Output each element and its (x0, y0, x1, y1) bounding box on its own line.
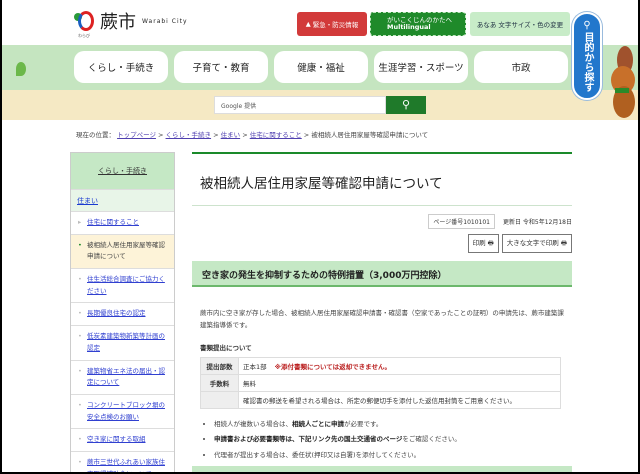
warning-note: ※添付書類については返却できません。 (274, 362, 391, 371)
search-button[interactable]: ⚲ (386, 96, 426, 114)
print-button[interactable]: 印刷 🖶 (467, 234, 499, 253)
print-large-button[interactable]: 大きな文字で印刷 🖶 (501, 234, 572, 253)
nav-label: 健康・福祉 (297, 63, 345, 74)
table-row: 手数料 無料 (200, 373, 561, 392)
logo-subtext: わらび (78, 33, 90, 38)
bold-text: 申請書および必要書類等は、下記リンク先の国土交通省のページ (214, 435, 403, 444)
sidebar-item[interactable]: 低炭素建築物新築等計画の認定 (71, 325, 174, 359)
city-name-en: Warabi City (142, 17, 188, 25)
list-item: 申請書および必要書類等は、下記リンク先の国土交通省のページをご確認ください。 (214, 432, 572, 448)
sidebar-item[interactable]: 蕨市三世代ふれあい家族住宅取得補助金について (71, 450, 174, 472)
sidebar: くらし・手続き 住まい 住宅に関すること 被相続人居住用家屋等確認申請について … (70, 152, 175, 472)
row-header: 手数料 (200, 373, 239, 392)
list-item: 代理者が提出する場合は、委任状(押印又は自署)を添付してください。 (214, 448, 572, 464)
intro-paragraph: 蕨市内に空き家が存した場合、被相続人居住用家屋確認申請書・確認書（空家であったこ… (200, 309, 564, 330)
search-input[interactable]: Google 提供 (214, 96, 386, 114)
subheading: 書類提出について (200, 343, 252, 352)
emergency-button[interactable]: ▲ 緊急・防災情報 (297, 12, 367, 36)
main-content: 被相続人居住用家屋等確認申請について ページ番号1010101 更新日 令和5年1… (192, 152, 572, 463)
multilingual-en: Multilingual (387, 23, 431, 31)
breadcrumb-current: 被相続人居住用家屋等確認申請について (311, 131, 429, 139)
search-placeholder: Google 提供 (221, 103, 257, 110)
text: をご確認ください。 (402, 435, 461, 444)
sidebar-subheading[interactable]: 住まい (71, 189, 174, 211)
nav-living[interactable]: くらし・手続き (74, 51, 168, 83)
multilingual-button[interactable]: がいこくじんのかたへ Multilingual (370, 12, 466, 36)
font-size-button[interactable]: あなあ 文字サイズ・色の変更 (470, 12, 570, 36)
search-icon: ⚲ (401, 98, 411, 111)
text: 代理者が提出する場合は、委任状(押印又は自署)を添付してください。 (214, 450, 421, 459)
breadcrumb-link[interactable]: トップページ (117, 131, 156, 139)
sidebar-item[interactable]: 空き家に関する取組 (71, 428, 174, 451)
list-item: 相続人が複数いる場合は、相続人ごとに申請が必要です。 (214, 417, 572, 433)
breadcrumb-label: 現在の位置： (76, 131, 115, 139)
page-number: ページ番号1010101 (428, 214, 495, 229)
logo-mark-icon (72, 9, 96, 33)
page-meta: ページ番号1010101 更新日 令和5年12月18日 (192, 214, 572, 229)
nav-label: 子育て・教育 (192, 63, 250, 74)
sidebar-item[interactable]: コンクリートブロック塀の安全点検のお願い (71, 393, 174, 428)
city-logo[interactable]: 蕨市 Warabi City (72, 8, 188, 34)
printer-icon: 🖶 (487, 239, 494, 247)
sidebar-item[interactable]: 住生活総合調査にご協力ください (71, 268, 174, 302)
leaf-icon (16, 62, 26, 76)
sidebar-item[interactable]: 住宅に関すること (71, 211, 174, 234)
table-row: 提出部数 正本1部 ※添付書類については返却できません。 (200, 356, 561, 375)
warning-icon: ▲ (305, 20, 313, 28)
city-name: 蕨市 (100, 12, 136, 33)
page: 蕨市 Warabi City わらび ▲ 緊急・防災情報 がいこくじんのかたへ M… (2, 0, 638, 472)
search-icon: ⚲ (583, 20, 591, 31)
page-title: 被相続人居住用家屋等確認申請について (192, 154, 572, 206)
nav-city[interactable]: 市政 (474, 51, 568, 83)
print-large-label: 大きな文字で印刷 (506, 239, 559, 247)
text: が必要です。 (344, 419, 383, 428)
font-size-label: あなあ 文字サイズ・色の変更 (476, 21, 564, 29)
global-nav: くらし・手続き 子育て・教育 健康・福祉 生涯学習・スポーツ 市政 (2, 45, 638, 90)
text: 相続人が複数いる場合は、 (214, 419, 292, 428)
sidebar-item[interactable]: 建築物省エネ法の届出・認定について (71, 359, 174, 394)
table-row: 確認書の郵送を希望される場合は、所定の郵便切手を添付した返信用封筒をご用意くださ… (200, 390, 561, 409)
mascot-icon (611, 46, 635, 118)
row-header (200, 390, 239, 409)
bold-text: 相続人ごとに申請 (292, 419, 344, 428)
next-section-bar (192, 466, 572, 472)
print-row: 印刷 🖶 大きな文字で印刷 🖶 (192, 234, 572, 253)
updated-date: 更新日 令和5年12月18日 (503, 219, 572, 226)
row-value: 正本1部 ※添付書類については返却できません。 (238, 356, 561, 375)
section-heading: 空き家の発生を抑制するための特例措置（3,000万円控除） (192, 261, 572, 287)
nav-label: 市政 (511, 63, 531, 74)
breadcrumb-link[interactable]: 住宅に関すること (250, 131, 302, 139)
purpose-search-button[interactable]: ⚲ 目的から探す (572, 12, 602, 100)
purpose-label: 目的から探す (582, 32, 593, 92)
value-text: 正本1部 (243, 362, 267, 371)
sidebar-item[interactable]: 長期優良住宅の認定 (71, 302, 174, 325)
printer-icon: 🖶 (560, 239, 567, 247)
row-value: 無料 (238, 373, 561, 392)
sidebar-item-current: 被相続人居住用家屋等確認申請について (71, 233, 174, 269)
sidebar-heading[interactable]: くらし・手続き (71, 153, 174, 189)
nav-label: 生涯学習・スポーツ (378, 63, 464, 74)
row-header: 提出部数 (200, 356, 239, 375)
breadcrumb-link[interactable]: 住まい (221, 131, 241, 139)
emergency-label: 緊急・防災情報 (312, 21, 359, 29)
print-label: 印刷 (472, 239, 486, 247)
breadcrumb-link[interactable]: くらし・手続き (166, 131, 212, 139)
nav-health[interactable]: 健康・福祉 (274, 51, 368, 83)
nav-learning[interactable]: 生涯学習・スポーツ (374, 51, 468, 83)
nav-label: くらし・手続き (87, 63, 155, 74)
submission-table: 提出部数 正本1部 ※添付書類については返却できません。 手数料 無料 確認書の郵送を… (200, 356, 561, 409)
header: 蕨市 Warabi City わらび ▲ 緊急・防災情報 がいこくじんのかたへ M… (2, 0, 638, 45)
breadcrumb: 現在の位置： トップページ > くらし・手続き > 住まい > 住宅に関すること… (76, 131, 429, 139)
notes-list: 相続人が複数いる場合は、相続人ごとに申請が必要です。 申請書および必要書類等は、… (214, 417, 572, 464)
nav-childcare[interactable]: 子育て・教育 (174, 51, 268, 83)
row-value: 確認書の郵送を希望される場合は、所定の郵便切手を添付した返信用封筒をご用意くださ… (238, 390, 561, 409)
